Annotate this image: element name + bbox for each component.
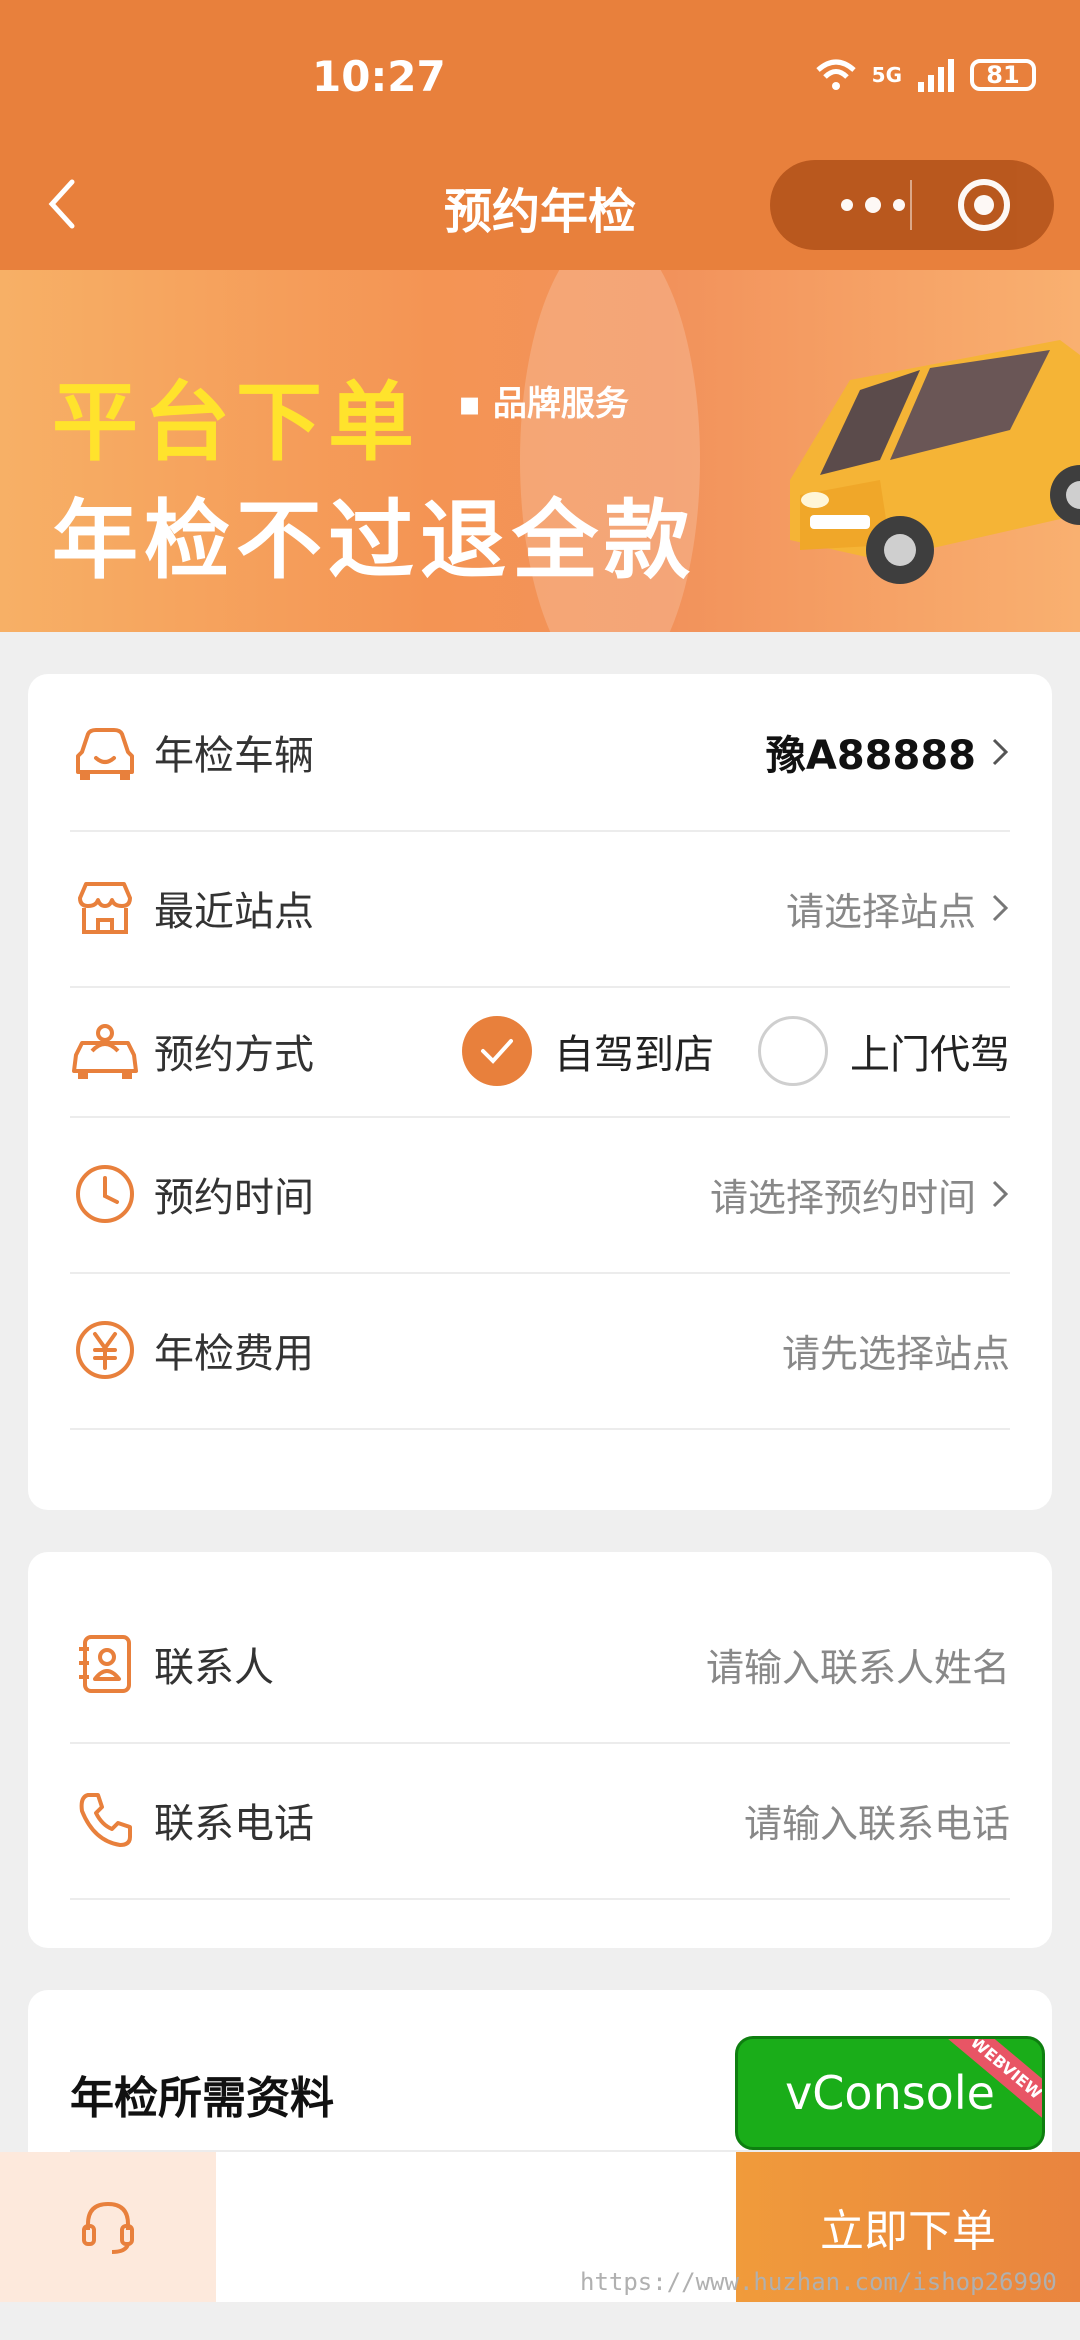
radio-unchecked-icon[interactable] (758, 1016, 828, 1086)
radio-checked-icon[interactable] (462, 1016, 532, 1086)
network-label: 5G (871, 63, 902, 87)
store-icon (70, 873, 140, 943)
signal-icon (918, 59, 954, 92)
vconsole-button[interactable]: vConsole WEBVIEW (735, 2036, 1045, 2150)
contact-name-input[interactable]: 请输入联系人姓名 (706, 1637, 1010, 1692)
chevron-right-icon (992, 738, 1009, 766)
phone-icon (70, 1785, 140, 1855)
time-row[interactable]: 预约时间 请选择预约时间 (70, 1116, 1010, 1274)
contact-name-row[interactable]: 联系人 请输入联系人姓名 (70, 1586, 1010, 1744)
capsule-divider (910, 180, 912, 230)
time-label: 预约时间 (154, 1175, 314, 1221)
vehicle-row[interactable]: 年检车辆 豫A88888 (70, 674, 1010, 832)
banner-subheadline: 年检不过退全款 (52, 491, 696, 591)
chevron-right-icon (992, 1180, 1009, 1208)
time-value: 请选择预约时间 (710, 1167, 1010, 1222)
banner-headline: 平台下单 (52, 373, 420, 473)
option-self-drive[interactable]: 自驾到店 (462, 1016, 714, 1086)
contact-phone-input[interactable]: 请输入联系电话 (744, 1793, 1010, 1848)
vehicle-label: 年检车辆 (154, 733, 314, 779)
close-target-icon[interactable] (958, 179, 1010, 231)
vehicle-value: 豫A88888 (766, 723, 1010, 781)
promo-banner[interactable]: 平台下单 ▪ 品牌服务 年检不过退全款 (0, 270, 1080, 632)
option-valet[interactable]: 上门代驾 (758, 1016, 1010, 1086)
option-valet-label: 上门代驾 (850, 1032, 1010, 1078)
car-illustration (790, 340, 1080, 584)
watermark-url: https://www.huzhan.com/ishop26990 (580, 2268, 1057, 2296)
contact-phone-label: 联系电话 (154, 1801, 314, 1847)
option-self-drive-label: 自驾到店 (554, 1032, 714, 1078)
yuan-icon (70, 1315, 140, 1385)
fee-row: 年检费用 请先选择站点 (70, 1272, 1010, 1430)
contact-phone-row[interactable]: 联系电话 请输入联系电话 (70, 1742, 1010, 1900)
fee-label: 年检费用 (154, 1331, 314, 1377)
method-label: 预约方式 (154, 1032, 314, 1078)
banner-service-tag: ▪ 品牌服务 (458, 384, 629, 424)
station-value: 请选择站点 (786, 881, 1010, 936)
appointment-form-card: 年检车辆 豫A88888 最近站点 请选择站点 预约方式 自驾到店 上门代驾 预… (28, 674, 1052, 1510)
clock-icon (70, 1159, 140, 1229)
contact-card: 联系人 请输入联系人姓名 联系电话 请输入联系电话 (28, 1552, 1052, 1948)
top-bar: 10:27 5G 81 预约年检 (0, 0, 1080, 270)
station-row[interactable]: 最近站点 请选择站点 (70, 830, 1010, 988)
mini-program-capsule (770, 160, 1054, 250)
plate-number: 豫A88888 (765, 733, 976, 779)
car-icon (70, 717, 140, 787)
status-time: 10:27 (312, 52, 446, 101)
wifi-icon (815, 59, 856, 90)
materials-title: 年检所需资料 (70, 2073, 334, 2124)
time-placeholder: 请选择预约时间 (709, 1175, 976, 1220)
customer-service-button[interactable] (0, 2152, 216, 2302)
vconsole-label: vConsole (785, 2066, 995, 2120)
headset-icon (82, 2201, 134, 2254)
battery-indicator: 81 (970, 59, 1036, 91)
chevron-right-icon (992, 894, 1009, 922)
station-placeholder: 请选择站点 (785, 889, 976, 934)
contact-book-icon (70, 1629, 140, 1699)
station-label: 最近站点 (154, 889, 314, 935)
method-row: 预约方式 自驾到店 上门代驾 (70, 986, 1010, 1118)
status-icons: 5G 81 (814, 58, 1036, 92)
fee-value: 请先选择站点 (781, 1331, 1010, 1376)
driver-car-icon (70, 1016, 140, 1086)
contact-name-label: 联系人 (154, 1645, 274, 1691)
more-menu-icon[interactable] (808, 180, 938, 230)
